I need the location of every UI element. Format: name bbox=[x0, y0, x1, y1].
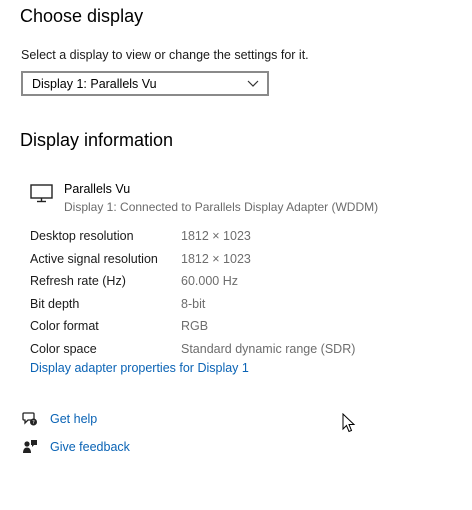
info-value: 8-bit bbox=[181, 296, 206, 311]
display-adapter-properties-link[interactable]: Display adapter properties for Display 1 bbox=[30, 361, 249, 375]
display-select-dropdown[interactable]: Display 1: Parallels Vu bbox=[21, 71, 269, 96]
choose-display-description: Select a display to view or change the s… bbox=[21, 48, 309, 62]
info-row-color-space: Color space Standard dynamic range (SDR) bbox=[30, 338, 355, 361]
info-value: 1812 × 1023 bbox=[181, 229, 251, 244]
display-information-heading: Display information bbox=[20, 130, 174, 150]
give-feedback-label: Give feedback bbox=[50, 440, 130, 454]
info-label: Desktop resolution bbox=[30, 229, 134, 244]
monitor-icon bbox=[30, 184, 53, 203]
info-label: Color space bbox=[30, 341, 97, 356]
give-feedback-link[interactable]: Give feedback bbox=[22, 439, 130, 455]
info-value: Standard dynamic range (SDR) bbox=[181, 341, 356, 356]
monitor-connection-info: Display 1: Connected to Parallels Displa… bbox=[64, 200, 379, 214]
info-row-desktop-resolution: Desktop resolution 1812 × 1023 bbox=[30, 225, 355, 248]
display-select-value: Display 1: Parallels Vu bbox=[32, 76, 157, 91]
info-row-bit-depth: Bit depth 8-bit bbox=[30, 293, 355, 316]
info-row-active-signal-resolution: Active signal resolution 1812 × 1023 bbox=[30, 248, 355, 271]
choose-display-heading: Choose display bbox=[20, 6, 144, 26]
info-row-refresh-rate: Refresh rate (Hz) 60.000 Hz bbox=[30, 270, 355, 293]
info-label: Refresh rate (Hz) bbox=[30, 274, 126, 289]
monitor-summary: Parallels Vu Display 1: Connected to Par… bbox=[30, 181, 378, 216]
info-value: 1812 × 1023 bbox=[181, 251, 251, 266]
svg-text:?: ? bbox=[32, 420, 35, 426]
info-value: 60.000 Hz bbox=[181, 274, 238, 289]
get-help-label: Get help bbox=[50, 412, 98, 426]
info-label: Bit depth bbox=[30, 296, 80, 311]
feedback-icon bbox=[23, 440, 37, 453]
display-info-table: Desktop resolution 1812 × 1023 Active si… bbox=[30, 225, 355, 360]
get-help-link[interactable]: ? Get help bbox=[22, 411, 97, 427]
mouse-pointer-icon bbox=[342, 413, 356, 433]
display-settings-page: Choose display Select a display to view … bbox=[0, 0, 472, 510]
get-help-icon: ? bbox=[22, 412, 37, 426]
chevron-down-icon bbox=[247, 80, 259, 87]
info-label: Color format bbox=[30, 319, 99, 334]
info-value: RGB bbox=[181, 319, 209, 334]
monitor-name: Parallels Vu bbox=[64, 182, 131, 196]
info-row-color-format: Color format RGB bbox=[30, 315, 355, 338]
info-label: Active signal resolution bbox=[30, 251, 158, 266]
